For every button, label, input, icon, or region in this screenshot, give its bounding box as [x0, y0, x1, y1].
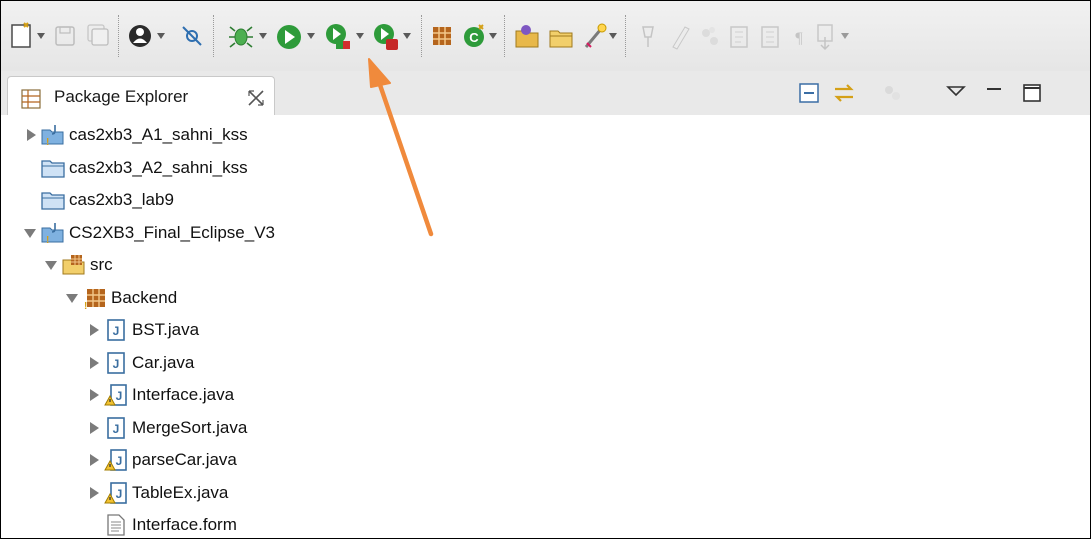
eclipse-window: C ¶ Package Explorer ! cas2xb3_A1_sahni_… — [0, 0, 1091, 539]
annotation-arrow — [368, 58, 434, 237]
